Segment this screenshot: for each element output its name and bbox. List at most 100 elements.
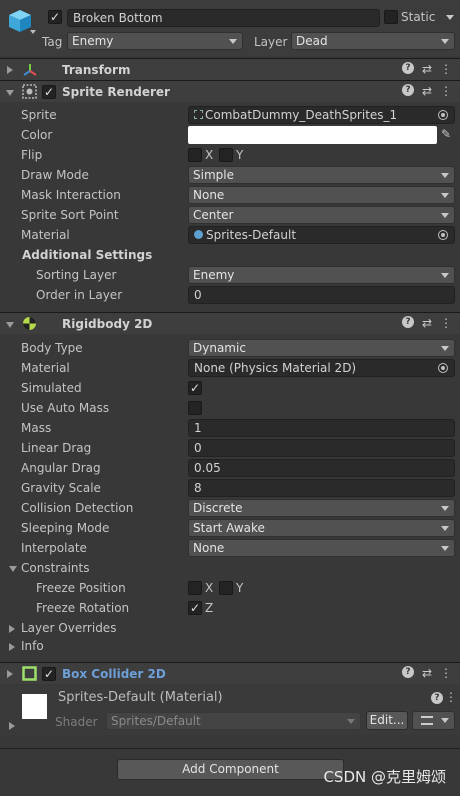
tag-dropdown[interactable]: Enemy [67, 32, 243, 50]
sprite-sort-point-dropdown[interactable]: Center [188, 206, 455, 224]
rb-material-field[interactable]: None (Physics Material 2D) [188, 359, 455, 377]
freeze-position-y-checkbox[interactable] [219, 581, 233, 595]
draw-mode-dropdown[interactable]: Simple [188, 166, 455, 184]
material-sphere-icon [194, 230, 203, 239]
material-value: Sprites-Default [206, 228, 297, 242]
draw-mode-label: Draw Mode [21, 168, 89, 182]
object-name-field[interactable]: Broken Bottom [67, 9, 380, 27]
body-type-dropdown[interactable]: Dynamic [188, 339, 455, 357]
more-menu-icon[interactable]: ⋮ [445, 690, 457, 704]
help-icon[interactable]: ? [401, 666, 414, 678]
foldout-arrow-icon[interactable] [7, 66, 13, 74]
simulated-checkbox[interactable]: ✓ [188, 381, 202, 395]
inspector-header: ✓ Broken Bottom Static Tag Enemy Layer D… [0, 0, 460, 56]
linear-drag-field[interactable]: 0 [188, 439, 455, 457]
preset-icon[interactable]: ⇄ [422, 316, 432, 330]
order-in-layer-label: Order in Layer [36, 288, 123, 302]
freeze-position-x-checkbox[interactable] [188, 581, 202, 595]
divider [0, 748, 460, 749]
layer-overrides-header[interactable]: Layer Overrides [21, 621, 116, 635]
preset-icon[interactable]: ⇄ [422, 84, 432, 98]
sorting-layer-value: Enemy [193, 268, 235, 282]
sprite-renderer-icon [22, 84, 37, 99]
collision-detection-value: Discrete [193, 501, 243, 515]
box-collider2d-component-bar[interactable]: ✓ Box Collider 2D ? ⇄ ⋮ [0, 662, 460, 684]
additional-settings-header[interactable]: Additional Settings [22, 248, 152, 262]
box-collider-enabled-checkbox[interactable]: ✓ [42, 667, 56, 681]
sleeping-mode-label: Sleeping Mode [21, 521, 110, 535]
edit-shader-button[interactable]: Edit... [366, 711, 408, 730]
static-checkbox[interactable] [384, 10, 398, 24]
material-foldout-icon[interactable] [9, 722, 15, 730]
material-object-field[interactable]: Sprites-Default [188, 226, 455, 244]
color-label: Color [21, 128, 53, 142]
preset-icon[interactable]: ⇄ [422, 62, 432, 76]
material-preview-name: Sprites-Default (Material) [58, 690, 223, 705]
constraints-foldout-icon[interactable] [9, 566, 17, 572]
more-menu-icon[interactable]: ⋮ [440, 316, 452, 330]
help-icon[interactable]: ? [431, 692, 443, 704]
collision-detection-dropdown[interactable]: Discrete [188, 499, 455, 517]
use-auto-mass-label: Use Auto Mass [21, 401, 110, 415]
layer-overrides-foldout-icon[interactable] [9, 625, 15, 633]
sprite-sort-point-label: Sprite Sort Point [21, 208, 119, 222]
more-menu-icon[interactable]: ⋮ [440, 62, 452, 76]
transform-component-bar[interactable]: Transform ? ⇄ ⋮ [0, 58, 460, 80]
layer-dropdown[interactable]: Dead [291, 32, 455, 50]
mass-field[interactable]: 1 [188, 419, 455, 437]
flip-y-checkbox[interactable] [219, 148, 233, 162]
angular-drag-field[interactable]: 0.05 [188, 459, 455, 477]
body-type-value: Dynamic [193, 341, 246, 355]
constraints-header[interactable]: Constraints [21, 561, 89, 575]
sorting-layer-label: Sorting Layer [36, 268, 117, 282]
object-picker-icon[interactable] [438, 363, 448, 373]
chevron-down-icon[interactable] [30, 30, 36, 34]
object-picker-icon[interactable] [438, 230, 448, 240]
collision-detection-label: Collision Detection [21, 501, 134, 515]
mask-interaction-dropdown[interactable]: None [188, 186, 455, 204]
foldout-arrow-icon[interactable] [6, 322, 14, 328]
add-component-button[interactable]: Add Component [117, 759, 344, 780]
rigidbody-icon [23, 317, 36, 330]
sprite-label: Sprite [21, 108, 57, 122]
help-icon[interactable]: ? [401, 84, 414, 96]
active-checkbox[interactable]: ✓ [48, 10, 62, 24]
component-actions: ? ⇄ ⋮ [401, 316, 452, 330]
order-in-layer-field[interactable]: 0 [188, 286, 455, 304]
foldout-arrow-icon[interactable] [7, 670, 13, 678]
rigidbody-title: Rigidbody 2D [62, 317, 153, 331]
help-icon[interactable]: ? [401, 62, 414, 74]
interpolate-dropdown[interactable]: None [188, 539, 455, 557]
object-picker-icon[interactable] [438, 110, 448, 120]
rigidbody2d-component-bar[interactable]: Rigidbody 2D ? ⇄ ⋮ [0, 312, 460, 334]
freeze-rotation-z-checkbox[interactable]: ✓ [188, 601, 202, 615]
sleeping-mode-dropdown[interactable]: Start Awake [188, 519, 455, 537]
help-icon[interactable]: ? [401, 316, 414, 328]
sprite-renderer-component-bar[interactable]: ✓ Sprite Renderer ? ⇄ ⋮ [0, 80, 460, 102]
info-foldout-icon[interactable] [9, 643, 15, 651]
sprite-object-field[interactable]: CombatDummy_DeathSprites_1 [188, 106, 455, 124]
color-swatch[interactable] [188, 126, 437, 144]
sprite-renderer-enabled-checkbox[interactable]: ✓ [42, 85, 56, 99]
use-auto-mass-checkbox[interactable] [188, 401, 202, 415]
mask-interaction-value: None [193, 188, 225, 202]
material-label: Material [21, 228, 70, 242]
watermark-text: CSDN @克里姆颂 [323, 768, 446, 786]
static-dropdown-arrow[interactable] [446, 15, 454, 20]
gravity-scale-label: Gravity Scale [21, 481, 101, 495]
sorting-layer-dropdown[interactable]: Enemy [188, 266, 455, 284]
more-menu-icon[interactable]: ⋮ [440, 84, 452, 98]
info-header[interactable]: Info [21, 639, 44, 653]
more-menu-icon[interactable]: ⋮ [440, 666, 452, 680]
freeze-rotation-label: Freeze Rotation [36, 601, 130, 615]
gravity-scale-field[interactable]: 8 [188, 479, 455, 497]
flip-x-checkbox[interactable] [188, 148, 202, 162]
preset-icon[interactable]: ⇄ [422, 666, 432, 680]
shader-options-dropdown[interactable] [412, 711, 455, 730]
freeze-position-label: Freeze Position [36, 581, 126, 595]
foldout-arrow-icon[interactable] [6, 90, 14, 96]
shader-dropdown: Sprites/Default [106, 712, 361, 730]
body-type-label: Body Type [21, 341, 83, 355]
box-collider-title: Box Collider 2D [62, 667, 166, 681]
eyedropper-icon[interactable]: ✎ [441, 127, 451, 141]
